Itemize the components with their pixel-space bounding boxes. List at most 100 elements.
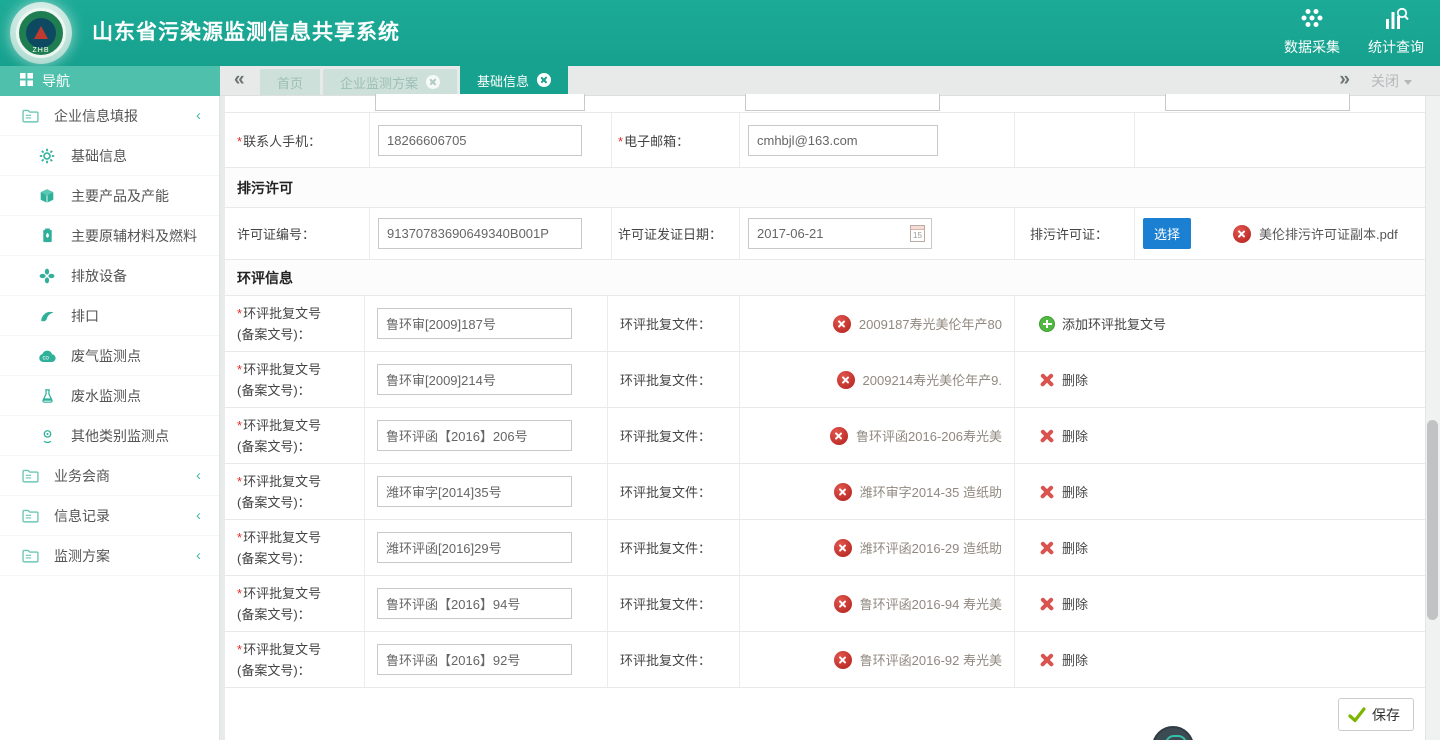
sidebar-item-outlets[interactable]: 排口	[0, 296, 219, 336]
delete-cross-icon	[1039, 652, 1055, 668]
eia-doc-label: *环评批复文号 (备案文号)：	[225, 464, 365, 519]
delete-label: 删除	[1062, 650, 1088, 669]
phone-input[interactable]	[378, 125, 582, 156]
eia-file-link[interactable]: 潍环审字2014-35 造纸助	[860, 482, 1002, 501]
sidebar-group-label: 监测方案	[54, 546, 110, 566]
remove-file-icon[interactable]	[834, 483, 852, 501]
cropped-input[interactable]	[375, 94, 585, 111]
tab-home[interactable]: 首页	[260, 69, 320, 95]
sidebar-item-basic-info[interactable]: 基础信息	[0, 136, 219, 176]
sidebar-group-enterprise-info[interactable]: 企业信息填报 ‹	[0, 96, 219, 136]
gear-icon	[37, 148, 57, 164]
eia-file-link[interactable]: 鲁环评函2016-94 寿光美	[860, 594, 1002, 613]
grid-icon	[20, 73, 33, 89]
sidebar-item-waste-gas-points[interactable]: co 废气监测点	[0, 336, 219, 376]
eia-doc-no-input[interactable]	[377, 588, 572, 619]
eia-doc-no-input[interactable]	[377, 364, 572, 395]
delete-eia-row-button[interactable]: 删除	[1039, 370, 1088, 389]
sidebar-header-label: 导航	[42, 71, 70, 91]
plus-circle-icon	[1039, 316, 1055, 332]
sidebar-group-monitor-plan[interactable]: 监测方案 ‹	[0, 536, 219, 576]
eia-file-link[interactable]: 鲁环评函2016-206寿光美	[856, 426, 1002, 445]
delete-eia-row-button[interactable]: 删除	[1039, 650, 1088, 669]
eia-doc-no-input[interactable]	[377, 308, 572, 339]
close-tab-icon[interactable]	[426, 75, 440, 89]
vertical-scrollbar-thumb[interactable]	[1427, 420, 1438, 620]
email-input[interactable]	[748, 125, 938, 156]
eia-file-link[interactable]: 鲁环评函2016-92 寿光美	[860, 650, 1002, 669]
eia-doc-label: *环评批复文号 (备案文号)：	[225, 296, 365, 351]
choose-file-button[interactable]: 选择	[1143, 218, 1191, 249]
remove-file-icon[interactable]	[1233, 225, 1251, 243]
delete-eia-row-button[interactable]: 删除	[1039, 594, 1088, 613]
eia-doc-no-input[interactable]	[377, 644, 572, 675]
remove-file-icon[interactable]	[834, 651, 852, 669]
eia-doc-no-input[interactable]	[377, 476, 572, 507]
delete-eia-row-button[interactable]: 删除	[1039, 426, 1088, 445]
flask-icon	[37, 388, 57, 404]
sidebar-item-other-points[interactable]: 其他类别监测点	[0, 416, 219, 456]
eia-doc-no-input[interactable]	[377, 532, 572, 563]
remove-file-icon[interactable]	[834, 539, 852, 557]
remove-file-icon[interactable]	[830, 427, 848, 445]
eia-file-link[interactable]: 潍环评函2016-29 造纸助	[860, 538, 1002, 557]
eia-doc-label: *环评批复文号 (备案文号)：	[225, 408, 365, 463]
cropped-input[interactable]	[745, 94, 940, 111]
permit-file-link[interactable]: 美伦排污许可证副本.pdf	[1259, 224, 1398, 243]
delete-cross-icon	[1039, 540, 1055, 556]
tab-enterprise-monitor-plan[interactable]: 企业监测方案	[323, 69, 457, 95]
folder-icon	[20, 508, 40, 523]
nav-statistics-query[interactable]: 统计查询	[1368, 7, 1424, 57]
contact-row: *联系人手机： *电子邮箱：	[225, 113, 1425, 168]
folder-icon	[20, 108, 40, 123]
close-tabs-label: 关闭	[1371, 73, 1399, 89]
permit-cert-label: 排污许可证：	[1015, 208, 1135, 259]
logo-text: ZHB	[19, 47, 63, 54]
permit-section-title: 排污许可	[237, 178, 293, 198]
fan-icon	[37, 268, 57, 284]
delete-eia-row-button[interactable]: 删除	[1039, 482, 1088, 501]
sidebar-group-info-records[interactable]: 信息记录 ‹	[0, 496, 219, 536]
tab-basic-info-label: 基础信息	[477, 71, 529, 90]
empty-cell	[1135, 113, 1425, 167]
sidebar-item-label: 基础信息	[71, 146, 127, 166]
sidebar-item-emission-equipment[interactable]: 排放设备	[0, 256, 219, 296]
sidebar-item-main-products[interactable]: 主要产品及产能	[0, 176, 219, 216]
delete-eia-row-button[interactable]: 删除	[1039, 538, 1088, 557]
logo-mountain-icon	[26, 18, 56, 48]
fuel-icon	[37, 228, 57, 244]
eia-row: *环评批复文号 (备案文号)： 环评批复文件： 2009214寿光美伦年产9. …	[225, 352, 1425, 408]
add-eia-doc-button[interactable]: 添加环评批复文号	[1039, 314, 1166, 333]
remove-file-icon[interactable]	[837, 371, 855, 389]
sidebar-item-waste-water-points[interactable]: 废水监测点	[0, 376, 219, 416]
remove-file-icon[interactable]	[833, 315, 851, 333]
eia-row: *环评批复文号 (备案文号)： 环评批复文件： 鲁环评函2016-92 寿光美 …	[225, 632, 1425, 688]
folder-icon	[20, 468, 40, 483]
cropped-input[interactable]	[1165, 94, 1350, 111]
eia-doc-no-input[interactable]	[377, 420, 572, 451]
tabs-scroll-left-button[interactable]: «	[234, 66, 245, 96]
calendar-icon[interactable]: 15	[910, 225, 925, 242]
vertical-scrollbar-track[interactable]	[1425, 96, 1440, 740]
sidebar-item-raw-materials-fuel[interactable]: 主要原辅材料及燃料	[0, 216, 219, 256]
chevron-down-icon	[1404, 80, 1412, 85]
close-tab-icon[interactable]	[537, 73, 551, 87]
tab-basic-info[interactable]: 基础信息	[460, 65, 568, 95]
chevron-left-icon: ‹	[196, 107, 201, 124]
delete-label: 删除	[1062, 594, 1088, 613]
app-title: 山东省污染源监测信息共享系统	[92, 0, 400, 66]
eia-file-label: 环评批复文件：	[608, 408, 740, 463]
close-tabs-dropdown[interactable]: 关闭	[1371, 66, 1412, 96]
tabs-scroll-right-button[interactable]: »	[1339, 66, 1350, 96]
permit-no-input[interactable]	[378, 218, 582, 249]
sidebar-group-business-consult[interactable]: 业务会商 ‹	[0, 456, 219, 496]
save-button[interactable]: 保存	[1338, 698, 1414, 731]
remove-file-icon[interactable]	[834, 595, 852, 613]
eia-file-link[interactable]: 2009187寿光美伦年产80	[859, 314, 1002, 333]
permit-date-input[interactable]	[748, 218, 932, 249]
nav-data-collection[interactable]: 数据采集	[1284, 7, 1340, 57]
sidebar-item-label: 废水监测点	[71, 386, 141, 406]
delete-cross-icon	[1039, 428, 1055, 444]
top-nav: 数据采集 统计查询	[1284, 7, 1424, 57]
eia-file-link[interactable]: 2009214寿光美伦年产9.	[863, 370, 1002, 389]
